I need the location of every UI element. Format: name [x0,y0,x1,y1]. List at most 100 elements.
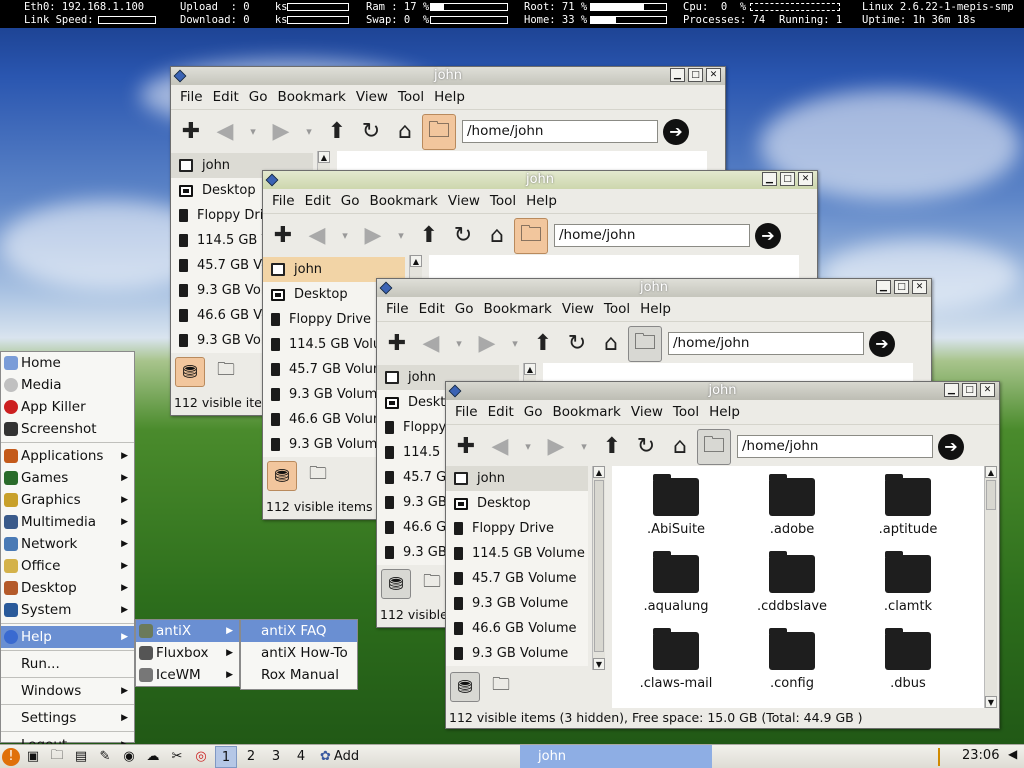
up-icon[interactable]: ⬆ [595,429,629,465]
workspace-4[interactable]: 4 [290,746,312,768]
go-icon[interactable]: ➔ [663,118,689,145]
address-input[interactable]: /home/john [554,224,750,247]
menu-item-graphics[interactable]: Graphics ▶ [1,489,134,511]
new-tab-icon[interactable]: ✚ [449,429,483,465]
menu-item-fluxbox[interactable]: Fluxbox ▶ [136,642,239,664]
back-history-icon[interactable]: ▾ [334,218,356,254]
home-icon[interactable]: ⌂ [480,218,514,254]
menu-view[interactable]: View [557,301,599,317]
terminal-icon[interactable]: ▤ [70,747,92,767]
places-icon[interactable]: ⛃ [381,569,411,599]
menu-item-antix[interactable]: antiX ▶ [136,620,239,642]
menu-item-media[interactable]: Media [1,374,134,396]
sidebar-item[interactable]: 46.6 GB Volume [446,616,588,641]
places-icon[interactable]: ⛃ [175,357,205,387]
tree-icon[interactable]: 🗀 [211,357,241,387]
file-manager-window-4[interactable]: john ▁ □ ✕ File Edit Go Bookmark View Tool Help … [445,381,1000,729]
taskbar-window-button[interactable]: john [520,745,712,768]
places-icon[interactable]: ⛃ [450,672,480,702]
menu-item-games[interactable]: Games ▶ [1,467,134,489]
address-input[interactable]: /home/john [668,332,864,355]
menu-view[interactable]: View [626,404,668,420]
minimize-button[interactable]: ▁ [876,280,891,294]
sidebar-item[interactable]: john [446,466,588,491]
folder-view-icon[interactable]: 🗀 [514,217,548,254]
workspace-1[interactable]: 1 [215,745,237,768]
home-icon[interactable]: ⌂ [663,429,697,465]
menu-go[interactable]: Go [450,301,479,317]
minimize-button[interactable]: ▁ [762,172,777,186]
tools-icon[interactable]: ✂ [166,747,188,767]
home-icon[interactable]: ⌂ [388,114,422,150]
menu-item-home[interactable]: Home [1,352,134,374]
menu-edit[interactable]: Edit [483,404,519,420]
folder-view-icon[interactable]: 🗀 [697,428,731,465]
window-menu-icon[interactable] [448,384,462,398]
close-button[interactable]: ✕ [912,280,927,294]
back-icon[interactable]: ◀ [208,114,242,150]
title-bar[interactable]: john ▁ □ ✕ [263,171,817,189]
back-history-icon[interactable]: ▾ [517,429,539,465]
maximize-button[interactable]: □ [688,68,703,82]
window-menu-icon[interactable] [265,173,279,187]
sidebar-item[interactable]: 114.5 GB Volume [446,541,588,566]
title-bar[interactable]: john ▁ □ ✕ [377,279,931,297]
sidebar-item[interactable]: 9.3 GB Volume [446,591,588,616]
minimize-button[interactable]: ▁ [670,68,685,82]
forward-history-icon[interactable]: ▾ [298,114,320,150]
workspace-2[interactable]: 2 [240,746,262,768]
forward-icon[interactable]: ▶ [539,429,573,465]
maximize-button[interactable]: □ [962,383,977,397]
menu-tool[interactable]: Tool [668,404,704,420]
go-icon[interactable]: ➔ [938,433,964,460]
folder-item[interactable]: .config [734,628,850,691]
places-icon[interactable]: ⛃ [267,461,297,491]
minimize-button[interactable]: ▁ [944,383,959,397]
forward-icon[interactable]: ▶ [356,218,390,254]
menu-file[interactable]: File [450,404,483,420]
folder-item[interactable]: .cddbslave [734,551,850,614]
back-icon[interactable]: ◀ [414,326,448,362]
menu-help[interactable]: Help [704,404,745,420]
folder-item[interactable]: .aptitude [850,474,966,537]
menu-help[interactable]: Help [521,193,562,209]
address-input[interactable]: /home/john [737,435,933,458]
menu-edit[interactable]: Edit [208,89,244,105]
menu-bookmark[interactable]: Bookmark [364,193,442,209]
media-player-icon[interactable]: ◎ [190,747,212,767]
forward-icon[interactable]: ▶ [470,326,504,362]
menu-view[interactable]: View [351,89,393,105]
reload-icon[interactable]: ↻ [446,218,480,254]
menu-help[interactable]: Help [429,89,470,105]
sidebar-scrollbar[interactable]: ▲ ▼ [592,466,605,670]
go-icon[interactable]: ➔ [869,330,895,357]
tree-icon[interactable]: 🗀 [303,461,333,491]
menu-bookmark[interactable]: Bookmark [272,89,350,105]
menu-edit[interactable]: Edit [300,193,336,209]
menu-item-icewm[interactable]: IceWM ▶ [136,664,239,686]
tree-icon[interactable]: 🗀 [417,569,447,599]
new-tab-icon[interactable]: ✚ [174,114,208,150]
menu-bookmark[interactable]: Bookmark [547,404,625,420]
menu-go[interactable]: Go [336,193,365,209]
volume-icon[interactable]: ◀ [1008,747,1017,761]
window-menu-icon[interactable] [173,69,187,83]
sidebar-item[interactable]: Floppy Drive [446,516,588,541]
tree-icon[interactable]: 🗀 [486,672,516,702]
menu-item-multimedia[interactable]: Multimedia ▶ [1,511,134,533]
folder-item[interactable]: .claws-mail [618,628,734,691]
start-button-icon[interactable]: ! [2,747,20,766]
up-icon[interactable]: ⬆ [320,114,354,150]
menu-go[interactable]: Go [244,89,273,105]
new-tab-icon[interactable]: ✚ [266,218,300,254]
network-icon[interactable]: ☁ [142,747,164,767]
menu-go[interactable]: Go [519,404,548,420]
menu-item-network[interactable]: Network ▶ [1,533,134,555]
close-button[interactable]: ✕ [980,383,995,397]
sidebar-item[interactable]: 9.3 GB Volume [446,641,588,666]
editor-icon[interactable]: ✎ [94,747,116,767]
reload-icon[interactable]: ↻ [560,326,594,362]
menu-item-system[interactable]: System ▶ [1,599,134,621]
menu-item-run[interactable]: Run... [1,653,134,675]
menu-tool[interactable]: Tool [599,301,635,317]
